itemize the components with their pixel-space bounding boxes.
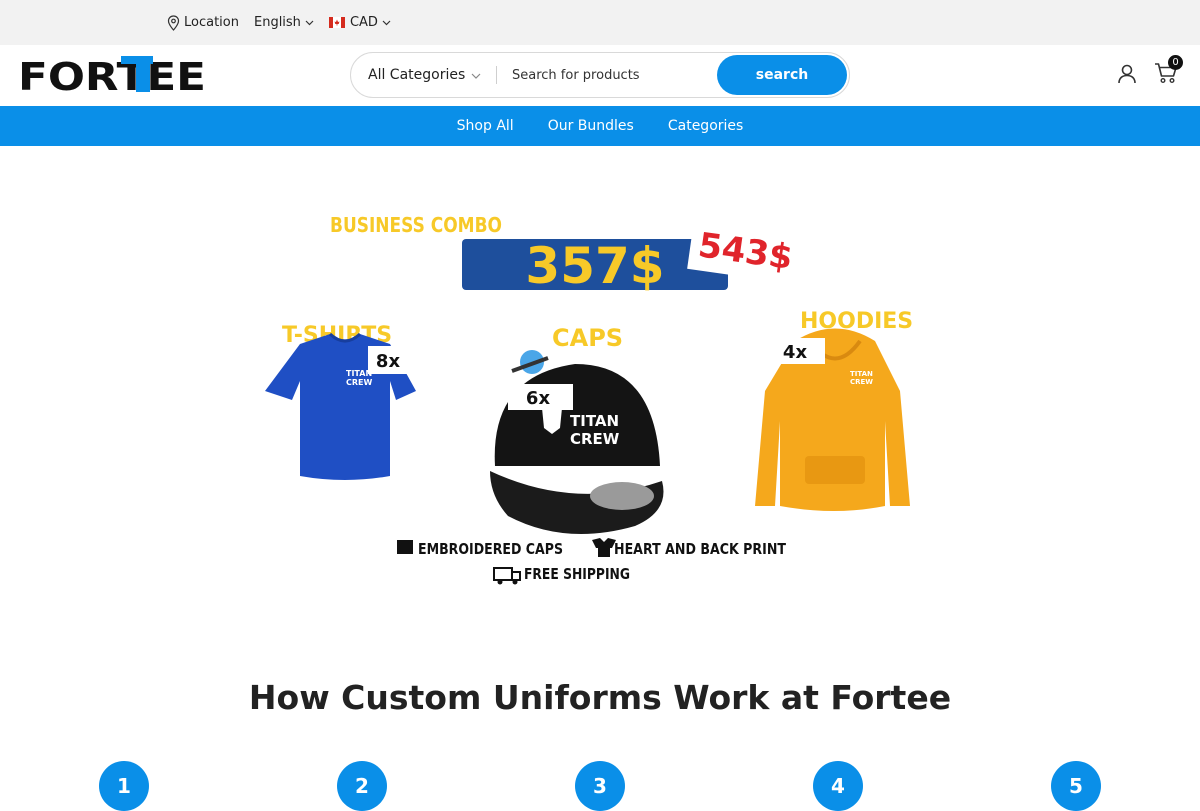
category-select[interactable]: All Categories — [351, 67, 496, 83]
currency-label: CAD — [349, 15, 378, 30]
how-it-works-title: How Custom Uniforms Work at Fortee — [248, 678, 952, 717]
site-header: FORTEE All Categories search 0 — [0, 45, 1200, 106]
mascot-icon — [511, 350, 549, 374]
product-qty-hoodies: 4x — [783, 342, 808, 363]
delivery-truck-icon — [493, 567, 521, 585]
svg-text:TITAN: TITAN — [570, 412, 619, 430]
feature-embroidered-caps: EMBROIDERED CAPS — [418, 540, 563, 558]
product-name-caps: CAPS — [552, 324, 623, 352]
search-button[interactable]: search — [717, 55, 847, 95]
product-name-hoodies: HOODIES — [800, 309, 913, 334]
chevron-down-icon — [305, 20, 314, 26]
currency-selector[interactable]: CAD — [328, 15, 391, 30]
banner-title: BUSINESS COMBO — [330, 213, 502, 237]
search-bar: All Categories search — [350, 52, 850, 98]
step-badge-2: 2 — [337, 761, 387, 811]
step-badge-3: 3 — [575, 761, 625, 811]
product-qty-caps: 6x — [526, 388, 551, 409]
top-bar: Location English CAD — [0, 0, 1200, 45]
banner-price: 357$ — [525, 237, 664, 295]
nav-our-bundles[interactable]: Our Bundles — [548, 118, 634, 134]
map-pin-icon — [167, 14, 180, 31]
language-label: English — [253, 15, 301, 30]
location-label: Location — [184, 15, 239, 30]
nav-categories[interactable]: Categories — [668, 118, 743, 134]
account-icon[interactable] — [1116, 63, 1138, 89]
chevron-down-icon — [382, 20, 391, 26]
tshirt-print-icon — [592, 538, 616, 557]
feature-free-shipping: FREE SHIPPING — [524, 565, 630, 583]
svg-text:CREW: CREW — [850, 378, 873, 386]
hero-section: BUSINESS COMBO 357$ 543$ T-SHIRTS TITAN … — [0, 146, 1200, 616]
canada-flag-icon — [328, 17, 345, 28]
svg-text:CREW: CREW — [346, 378, 372, 387]
main-nav: Shop All Our Bundles Categories — [0, 106, 1200, 146]
fortee-logo[interactable]: FORTEE — [18, 55, 208, 99]
search-input[interactable] — [497, 60, 702, 90]
nav-shop-all[interactable]: Shop All — [457, 118, 514, 134]
svg-text:TITAN: TITAN — [850, 370, 873, 378]
step-badge-5: 5 — [1051, 761, 1101, 811]
location-link[interactable]: Location — [167, 14, 239, 31]
step-badge-1: 1 — [99, 761, 149, 811]
business-combo-banner[interactable]: BUSINESS COMBO 357$ 543$ T-SHIRTS TITAN … — [250, 176, 950, 596]
product-qty-tshirts: 8x — [376, 351, 401, 372]
svg-text:CREW: CREW — [570, 430, 620, 448]
feature-heart-back-print: HEART AND BACK PRINT — [614, 540, 787, 558]
embroidery-icon — [397, 540, 413, 554]
cart-count-badge: 0 — [1168, 55, 1183, 70]
chevron-down-icon — [465, 67, 481, 83]
language-selector[interactable]: English — [254, 15, 314, 30]
step-badge-4: 4 — [813, 761, 863, 811]
category-select-label: All Categories — [368, 67, 466, 83]
